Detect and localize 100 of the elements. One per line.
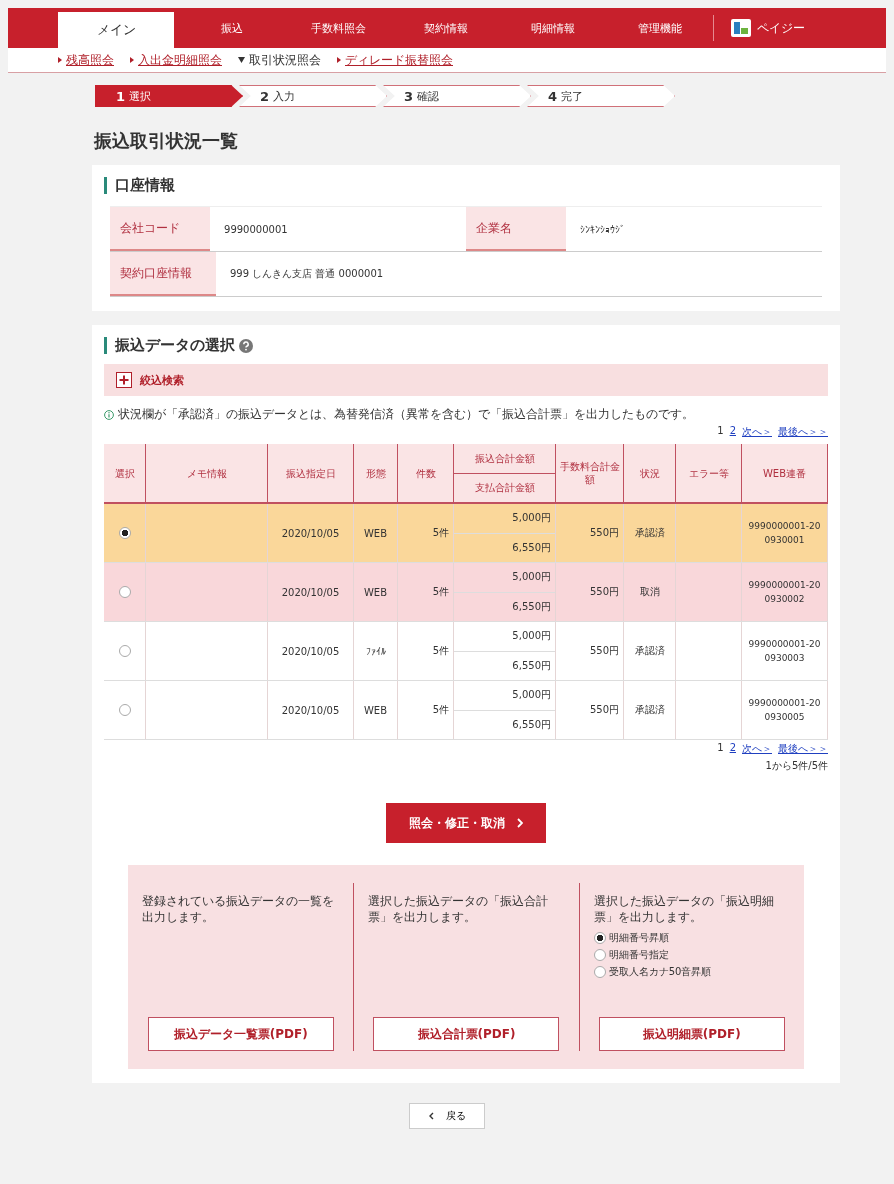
radio-option[interactable]: 明細番号指定 — [593, 948, 790, 962]
back-button[interactable]: 戻る — [409, 1103, 485, 1129]
table-cell: 5,000円 — [454, 622, 555, 652]
description-text: 選択した振込データの「振込合計票」を出力します。 — [368, 893, 550, 925]
payeasy-logo-icon — [730, 19, 751, 37]
page-title: 振込取引状況一覧 — [94, 129, 239, 153]
column-header: 選択 — [104, 444, 146, 502]
progress-step: 4 完了 — [527, 85, 675, 107]
table-cell: 550円 — [589, 644, 619, 658]
radio-button[interactable] — [118, 645, 131, 657]
table-cell: WEB — [363, 704, 388, 716]
column-header: 形態 — [354, 444, 398, 502]
table-cell: 5,000円 — [454, 681, 555, 711]
field-value: 999 しんきん支店 普通 0000001 — [229, 267, 384, 281]
inquiry-button[interactable]: 照会・修正・取消 — [386, 803, 546, 843]
table-cell: 2020/10/05 — [281, 527, 340, 539]
pdf-button[interactable]: 振込データ一覧票(PDF) — [147, 1017, 334, 1051]
table-cell: 5件 — [432, 526, 449, 540]
nav-tab[interactable]: 契約情報 — [392, 8, 499, 48]
payeasy-tab[interactable]: ペイジー — [713, 15, 821, 41]
radio-option[interactable]: 明細番号昇順 — [593, 931, 790, 945]
table-cell: 取消 — [639, 585, 660, 599]
table-cell: 5件 — [432, 703, 449, 717]
table-cell-text: 6,550円 — [511, 540, 552, 555]
table-cell: 550円 — [589, 526, 619, 540]
sub-nav-link[interactable]: ディレード振替照会 — [345, 51, 453, 69]
result-count: 1から5件/5件 — [765, 759, 828, 773]
table-cell: 5件 — [432, 644, 449, 658]
section-heading: 口座情報 — [104, 177, 828, 194]
next-link[interactable]: 次へ＞ — [742, 425, 772, 439]
nav-tab[interactable]: 手数料照会 — [285, 8, 392, 48]
field-value: 9990000001 — [223, 222, 289, 237]
table-cell: 5,000円 — [454, 563, 555, 593]
chevron-right-icon — [517, 818, 523, 828]
field-label: 会社コード — [110, 207, 211, 251]
description-text: 登録されている振込データの一覧を出力します。 — [142, 893, 335, 925]
radio-button[interactable] — [118, 704, 131, 716]
table-cell: 承認済 — [634, 526, 665, 540]
nav-tab[interactable]: 管理機能 — [606, 8, 713, 48]
help-icon[interactable] — [239, 338, 253, 353]
table-cell-text: 9990000001-200930001 — [747, 520, 822, 547]
nav-tab[interactable]: メイン — [58, 12, 174, 48]
column-header: 支払合計金額 — [473, 481, 536, 496]
table-cell: 2020/10/05 — [281, 586, 340, 598]
field-label: 企業名 — [466, 207, 567, 251]
field-value: ｼﾝｷﾝｼｮｳｼﾞ — [579, 222, 627, 237]
table-cell-text: 9990000001-200930005 — [747, 697, 822, 724]
table-row[interactable]: 2020/10/05 WEB 5件 5,000円 6,550円 550円 承認済 9990000001-200930001 — [104, 504, 828, 563]
column-header: 状況 — [624, 444, 676, 502]
table-row[interactable]: 2020/10/05 WEB 5件 5,000円 6,550円 550円 取消 9990000001-200930002 — [104, 563, 828, 622]
table-cell: WEB — [363, 586, 388, 598]
table-cell: 550円 — [589, 703, 619, 717]
radio-button[interactable] — [118, 586, 131, 598]
last-link[interactable]: 最後へ＞＞ — [778, 742, 828, 756]
table-cell: 2020/10/05 — [281, 645, 340, 657]
column-header: エラー等 — [676, 444, 742, 502]
column-header: 振込指定日 — [268, 444, 354, 502]
radio-option[interactable]: 受取人名カナ50音昇順 — [593, 965, 790, 979]
table-cell-text: 9990000001-200930002 — [747, 579, 822, 606]
column-header: 件数 — [398, 444, 454, 502]
column-header: メモ情報 — [146, 444, 268, 502]
sub-nav-link[interactable]: 入出金明細照会 — [138, 51, 222, 69]
page-number: 1 — [717, 742, 724, 755]
progress-step: 3 確認 — [383, 85, 531, 107]
column-header: WEB連番 — [742, 444, 828, 502]
column-header: 振込合計金額 — [454, 444, 555, 474]
table-cell: WEB — [363, 527, 388, 539]
filter-bar[interactable]: 絞込検索 — [104, 364, 828, 396]
radio-button[interactable] — [118, 527, 131, 539]
table-cell-text: 6,550円 — [511, 658, 552, 673]
filter-label: 絞込検索 — [140, 372, 184, 388]
pdf-button[interactable]: 振込合計票(PDF) — [373, 1017, 560, 1051]
pdf-button[interactable]: 振込明細票(PDF) — [598, 1017, 785, 1051]
table-cell: 承認済 — [634, 644, 665, 658]
table-cell: 2020/10/05 — [281, 704, 340, 716]
table-row[interactable]: 2020/10/05 ﾌｧｲﾙ 5件 5,000円 6,550円 550円 承認済 9990000001-200930003 — [104, 622, 828, 681]
page-link[interactable]: 2 — [729, 425, 736, 439]
chevron-left-icon — [428, 1112, 434, 1120]
nav-tab[interactable]: 明細情報 — [499, 8, 606, 48]
table-cell: 550円 — [589, 585, 619, 599]
page-number: 1 — [717, 425, 724, 438]
table-cell-text: 6,550円 — [511, 717, 552, 732]
section-heading: 振込データの選択 — [104, 337, 235, 354]
table-cell: ﾌｧｲﾙ — [365, 645, 386, 657]
page-link[interactable]: 2 — [729, 742, 736, 756]
last-link[interactable]: 最後へ＞＞ — [778, 425, 828, 439]
description-text: 選択した振込データの「振込明細票」を出力します。 — [593, 893, 775, 925]
sub-nav-link[interactable]: 残高照会 — [66, 51, 114, 69]
column-header: 手数料合計金額 — [556, 444, 624, 502]
table-cell: 承認済 — [634, 703, 665, 717]
progress-step: 1 選択 — [95, 85, 243, 107]
progress-step: 2 入力 — [239, 85, 387, 107]
nav-tab[interactable]: 振込 — [178, 8, 285, 48]
plus-icon — [116, 372, 132, 388]
table-cell: 5件 — [432, 585, 449, 599]
note-text: 状況欄が「承認済」の振込データとは、為替発信済（異常を含む）で「振込合計票」を出力したものです。 — [118, 406, 694, 423]
table-cell-text: 9990000001-200930003 — [747, 638, 822, 665]
table-row[interactable]: 2020/10/05 WEB 5件 5,000円 6,550円 550円 承認済 9990000001-200930005 — [104, 681, 828, 740]
next-link[interactable]: 次へ＞ — [742, 742, 772, 756]
sub-nav-link[interactable]: 取引状況照会 — [249, 51, 321, 69]
